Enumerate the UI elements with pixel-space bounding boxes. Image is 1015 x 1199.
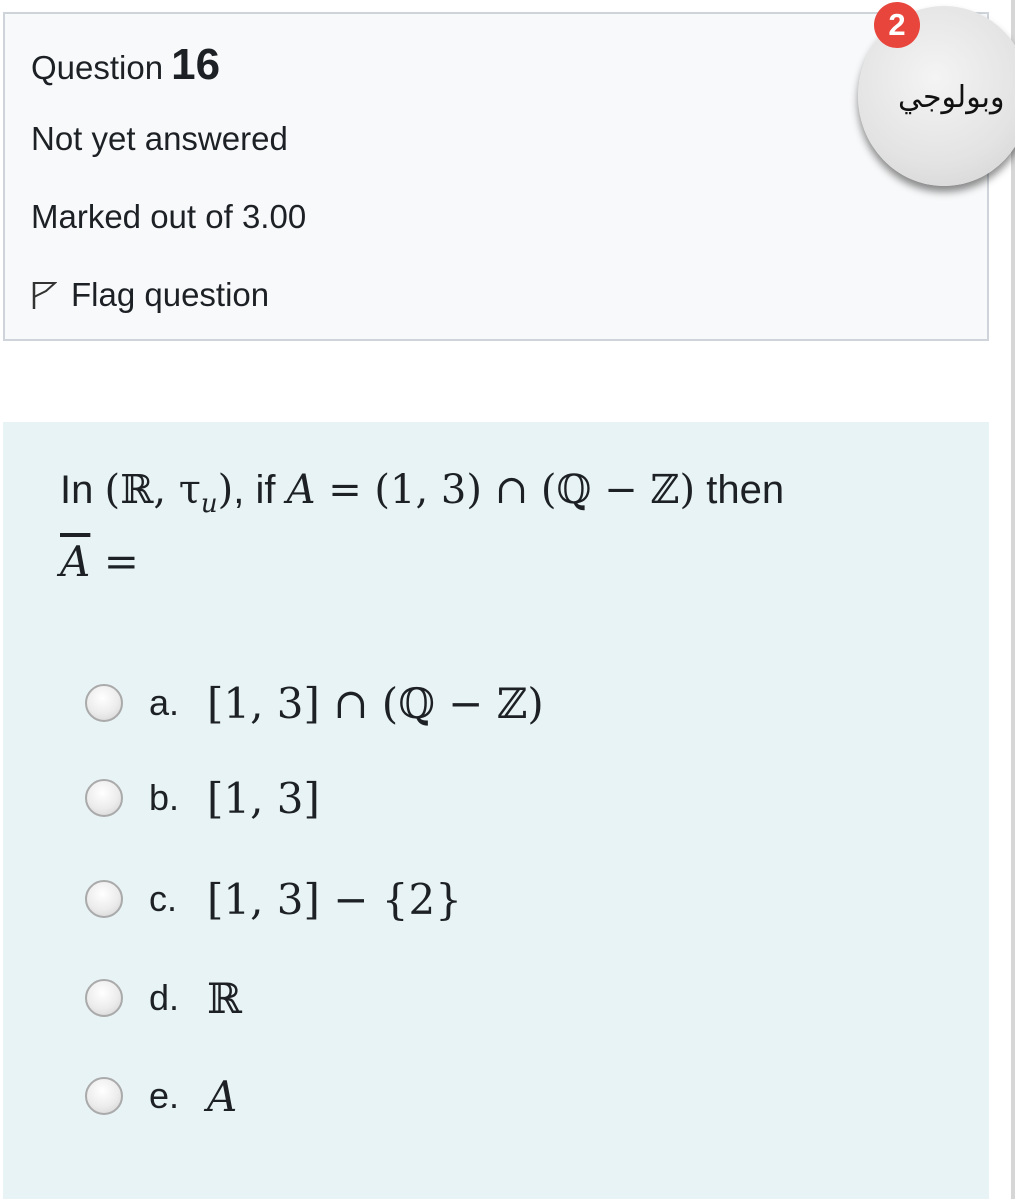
grade-info: Marked out of 3.00 (31, 198, 307, 235)
question-text-in: In (60, 468, 105, 512)
closure-eq: = (90, 537, 139, 586)
question-title: Question 16 (31, 40, 220, 90)
option-c[interactable]: c. [1, 3] − {2} (85, 869, 462, 929)
radio-button[interactable] (85, 979, 123, 1017)
flag-icon (32, 282, 57, 309)
question-info-panel: Question 16 Not yet answered Marked out o… (3, 12, 989, 341)
question-space-close: ) (217, 467, 234, 513)
option-answer: A (207, 1071, 238, 1121)
radio-button[interactable] (85, 684, 123, 722)
question-content: In (ℝ, τu), if A = (1, 3) ∩ (ℚ − ℤ) then… (3, 422, 989, 1199)
avatar-text: وبولوجي (898, 80, 1005, 115)
question-number: 16 (171, 40, 221, 89)
radio-button[interactable] (85, 1077, 123, 1115)
question-text-if: , if (233, 468, 287, 512)
option-letter: a. (149, 682, 180, 723)
option-answer: [1, 3] ∩ (ℚ − ℤ) (207, 678, 544, 728)
option-e[interactable]: e. A (85, 1066, 237, 1126)
radio-button[interactable] (85, 880, 123, 918)
question-set-var: A (286, 467, 316, 513)
radio-button[interactable] (85, 779, 123, 817)
option-answer: [1, 3] − {2} (207, 874, 462, 924)
option-letter: c. (149, 878, 178, 919)
option-d[interactable]: d. ℝ (85, 968, 242, 1028)
question-label: Question (31, 49, 164, 86)
scrollbar[interactable] (1011, 0, 1015, 1199)
option-b[interactable]: b. [1, 3] (85, 768, 320, 828)
answer-state: Not yet answered (31, 120, 288, 157)
flag-question-label: Flag question (71, 276, 270, 313)
option-a[interactable]: a. [1, 3] ∩ (ℚ − ℤ) (85, 673, 544, 733)
question-set-expr: = (1, 3) ∩ (ℚ − ℤ) (315, 467, 696, 513)
question-space: (ℝ, τ (104, 467, 201, 513)
option-answer: [1, 3] (207, 773, 320, 823)
option-letter: b. (149, 777, 180, 818)
question-space-subscript: u (200, 489, 218, 519)
question-text-then: then (695, 468, 785, 512)
option-letter: d. (149, 977, 180, 1018)
option-answer: ℝ (207, 973, 242, 1023)
flag-question-link[interactable]: Flag question (31, 276, 269, 314)
closure-var: A (60, 537, 91, 586)
question-closure-line: A = (60, 532, 139, 592)
question-text: In (ℝ, τu), if A = (1, 3) ∩ (ℚ − ℤ) then (60, 460, 784, 534)
option-letter: e. (149, 1075, 180, 1116)
notification-badge: 2 (874, 2, 920, 48)
